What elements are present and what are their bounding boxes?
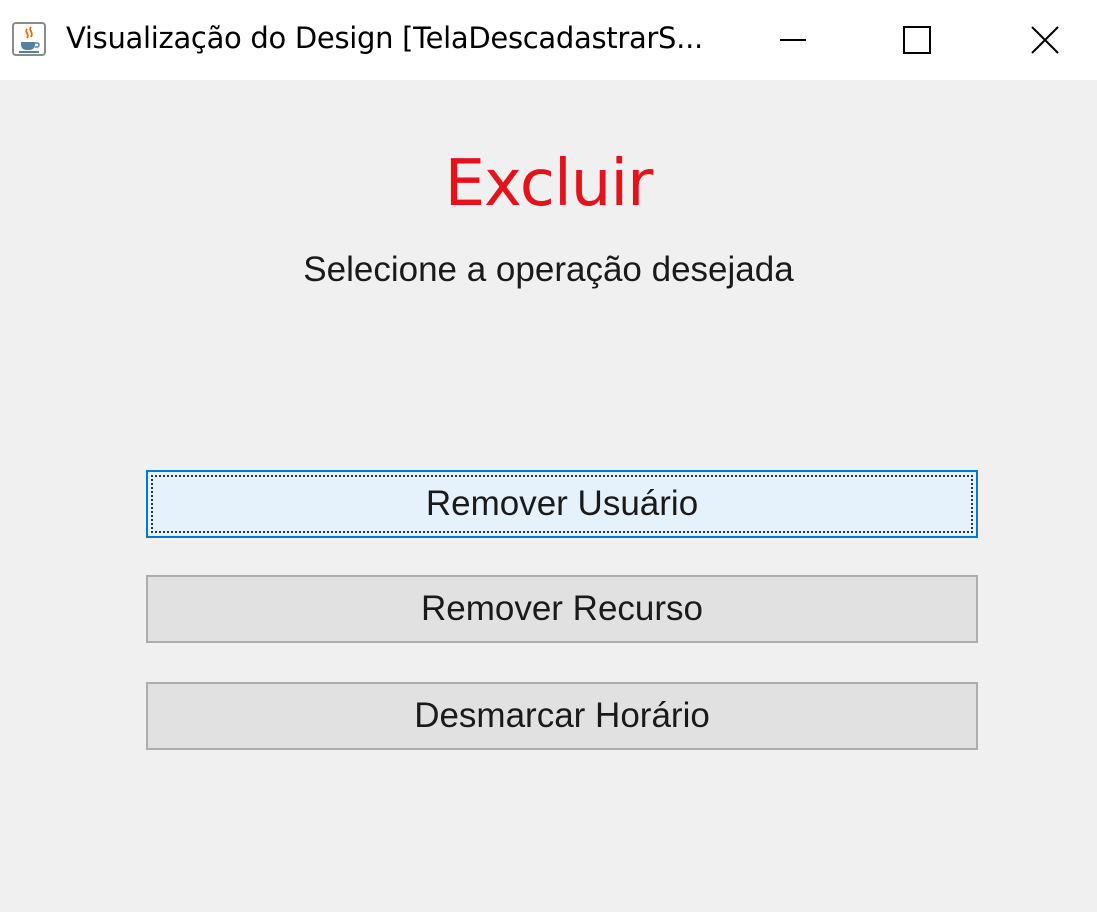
minimize-button[interactable]	[733, 0, 853, 80]
java-cup-icon	[12, 22, 46, 56]
content-panel: Excluir Selecione a operação desejada Re…	[0, 80, 1097, 912]
close-icon	[1031, 26, 1059, 54]
maximize-button[interactable]	[857, 0, 977, 80]
close-button[interactable]	[985, 0, 1097, 80]
remove-user-button[interactable]: Remover Usuário	[146, 470, 978, 538]
instruction-label: Selecione a operação desejada	[303, 250, 794, 289]
window-title: Visualização do Design [TelaDescadastrar…	[66, 21, 703, 55]
page-title: Excluir	[444, 147, 654, 221]
title-bar[interactable]: Visualização do Design [TelaDescadastrar…	[0, 0, 1097, 80]
remove-resource-button[interactable]: Remover Recurso	[146, 575, 978, 643]
minimize-icon	[780, 39, 806, 41]
unmark-schedule-button[interactable]: Desmarcar Horário	[146, 682, 978, 750]
application-window: Visualização do Design [TelaDescadastrar…	[0, 0, 1097, 912]
maximize-icon	[903, 26, 931, 54]
